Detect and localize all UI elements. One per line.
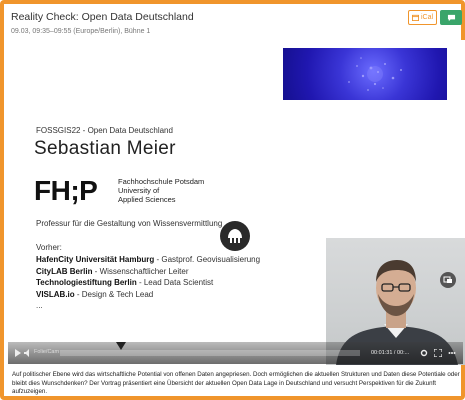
institution-line: University of (118, 186, 160, 195)
talk-description: Auf politischer Ebene wird das wirtschaf… (12, 371, 460, 396)
fossgis-mark (228, 229, 242, 243)
switch-view-icon[interactable] (440, 272, 456, 288)
chat-button[interactable] (440, 10, 462, 25)
professorship: Professur für die Gestaltung von Wissens… (36, 219, 223, 228)
previous-heading: Vorher: (36, 243, 62, 252)
talk-schedule: 09.03, 09:35–09:55 (Europe/Berlin), Bühn… (11, 28, 151, 35)
previous-roles: HafenCity Universität Hamburg - Gastprof… (36, 254, 260, 312)
role-item: VISLAB.io - Design & Tech Lead (36, 289, 260, 301)
volume-icon (24, 349, 29, 357)
ical-label: iCal (420, 14, 434, 21)
more-button[interactable] (446, 347, 458, 359)
ical-button[interactable]: iCal (408, 10, 437, 25)
role-org: Technologiestiftung Berlin (36, 278, 137, 287)
slide-subtitle: FOSSGIS22 - Open Data Deutschland (36, 126, 173, 135)
institution-line: Applied Sciences (118, 195, 176, 204)
source-label[interactable]: Folie/Cam (34, 349, 59, 355)
fossgis-logo-icon (220, 221, 250, 251)
role-ellipsis: ... (36, 301, 43, 310)
role-item: HafenCity Universität Hamburg - Gastprof… (36, 254, 260, 266)
video-player[interactable]: FOSSGIS22 - Open Data Deutschland Sebast… (8, 40, 465, 365)
talk-header: Reality Check: Open Data Deutschland 09.… (8, 8, 465, 40)
chat-icon (447, 14, 455, 21)
more-icon (448, 352, 456, 354)
institution-name: Fachhochschule Potsdam University of App… (118, 177, 204, 204)
player-controls: Folie/Cam 00:01:31 / 00:... (8, 342, 463, 364)
role-title: - Gastprof. Geovisualisierung (154, 255, 261, 264)
role-title: - Design & Tech Lead (74, 289, 154, 299)
map-dots (348, 57, 402, 91)
fullscreen-icon (434, 349, 442, 357)
volume-button[interactable] (22, 347, 34, 359)
germany-density-map (283, 48, 447, 100)
gear-icon (420, 349, 428, 357)
timeline-scrubber[interactable] (60, 342, 360, 356)
settings-button[interactable] (418, 347, 430, 359)
playhead-marker-icon[interactable] (116, 342, 126, 350)
talk-title: Reality Check: Open Data Deutschland (11, 11, 194, 23)
play-icon (15, 349, 21, 357)
role-org: HafenCity Universität Hamburg (36, 255, 155, 264)
role-org: CityLAB Berlin (36, 266, 93, 276)
role-title: - Lead Data Scientist (136, 278, 214, 287)
institution-line: Fachhochschule Potsdam (118, 177, 205, 186)
fullscreen-button[interactable] (432, 347, 444, 359)
playback-time: 00:01:31 / 00:... (371, 350, 410, 356)
role-title: - Wissenschaftlicher Leiter (92, 266, 189, 276)
role-org: VISLAB.io (36, 289, 75, 299)
calendar-icon (411, 14, 419, 21)
role-item: Technologiestiftung Berlin - Lead Data S… (36, 277, 260, 289)
fhp-logo: FH;P (34, 175, 98, 206)
speaker-name: Sebastian Meier (34, 138, 176, 159)
switch-view-glyph (443, 276, 452, 283)
talk-panel: Reality Check: Open Data Deutschland 09.… (0, 0, 465, 400)
role-item: CityLAB Berlin - Wissenschaftlicher Leit… (36, 266, 260, 278)
